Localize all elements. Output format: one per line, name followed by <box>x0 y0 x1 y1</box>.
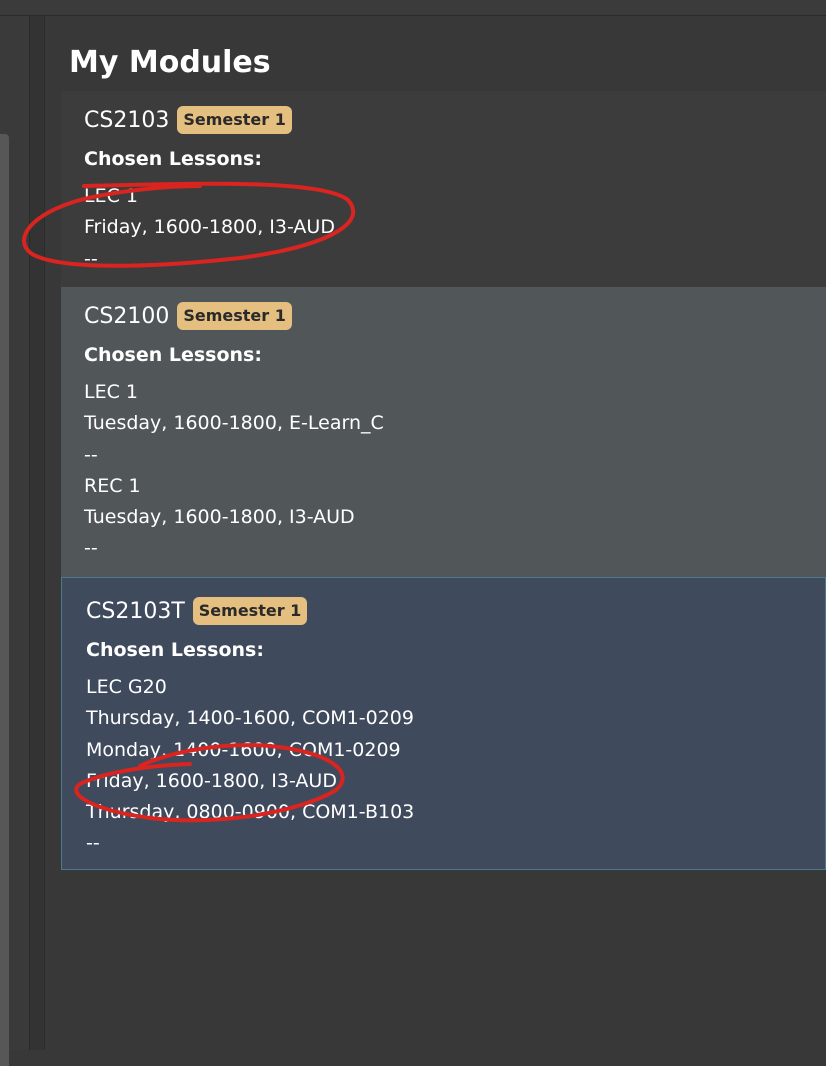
lesson-list: LEC 1 Tuesday, 1600-1800, E-Learn_C -- R… <box>84 377 826 565</box>
lesson-list: LEC G20 Thursday, 1400-1600, COM1-0209 M… <box>86 672 825 860</box>
lesson-line: Tuesday, 1600-1800, I3-AUD <box>84 506 355 529</box>
page-title: My Modules <box>69 45 271 80</box>
module-code: CS2100 <box>84 303 170 329</box>
module-code: CS2103T <box>86 598 185 624</box>
top-bar <box>0 0 826 16</box>
lesson-line: LEC 1 <box>84 185 138 207</box>
lesson-line: -- <box>84 443 98 466</box>
lesson-line: Tuesday, 1600-1800, E-Learn_C <box>84 412 384 435</box>
lesson-line: -- <box>84 247 98 270</box>
lesson-line: REC 1 <box>84 474 141 497</box>
lesson-line: Thursday, 1400-1600, COM1-0209 <box>86 707 414 730</box>
semester-badge: Semester 1 <box>177 106 292 134</box>
chosen-lessons-label: Chosen Lessons: <box>84 344 262 366</box>
module-card-cs2103t[interactable]: CS2103T Semester 1 Chosen Lessons: LEC G… <box>61 577 826 870</box>
left-panel <box>0 16 30 1066</box>
lesson-line: Monday, 1400-1600, COM1-0209 <box>86 738 401 761</box>
lesson-line: Friday, 1600-1800, I3-AUD <box>86 769 337 792</box>
panel-divider[interactable] <box>30 16 45 1050</box>
lesson-line: LEC 1 <box>84 381 138 403</box>
module-code: CS2103 <box>84 107 170 133</box>
lesson-line: LEC G20 <box>86 676 167 698</box>
semester-badge: Semester 1 <box>177 302 292 330</box>
left-panel-scrollbar[interactable] <box>0 134 9 1066</box>
module-card-cs2100[interactable]: CS2100 Semester 1 Chosen Lessons: LEC 1 … <box>61 287 826 577</box>
lesson-line: -- <box>86 832 100 855</box>
lesson-line: Friday, 1600-1800, I3-AUD <box>84 216 335 239</box>
semester-badge: Semester 1 <box>192 597 308 625</box>
lesson-line: -- <box>84 537 98 560</box>
module-card-cs2103[interactable]: CS2103 Semester 1 Chosen Lessons: LEC 1 … <box>61 91 826 287</box>
lesson-line: Thursday, 0800-0900, COM1-B103 <box>86 801 415 824</box>
lesson-list: LEC 1 Friday, 1600-1800, I3-AUD -- <box>84 181 826 275</box>
chosen-lessons-label: Chosen Lessons: <box>86 639 264 661</box>
chosen-lessons-label: Chosen Lessons: <box>84 148 262 170</box>
